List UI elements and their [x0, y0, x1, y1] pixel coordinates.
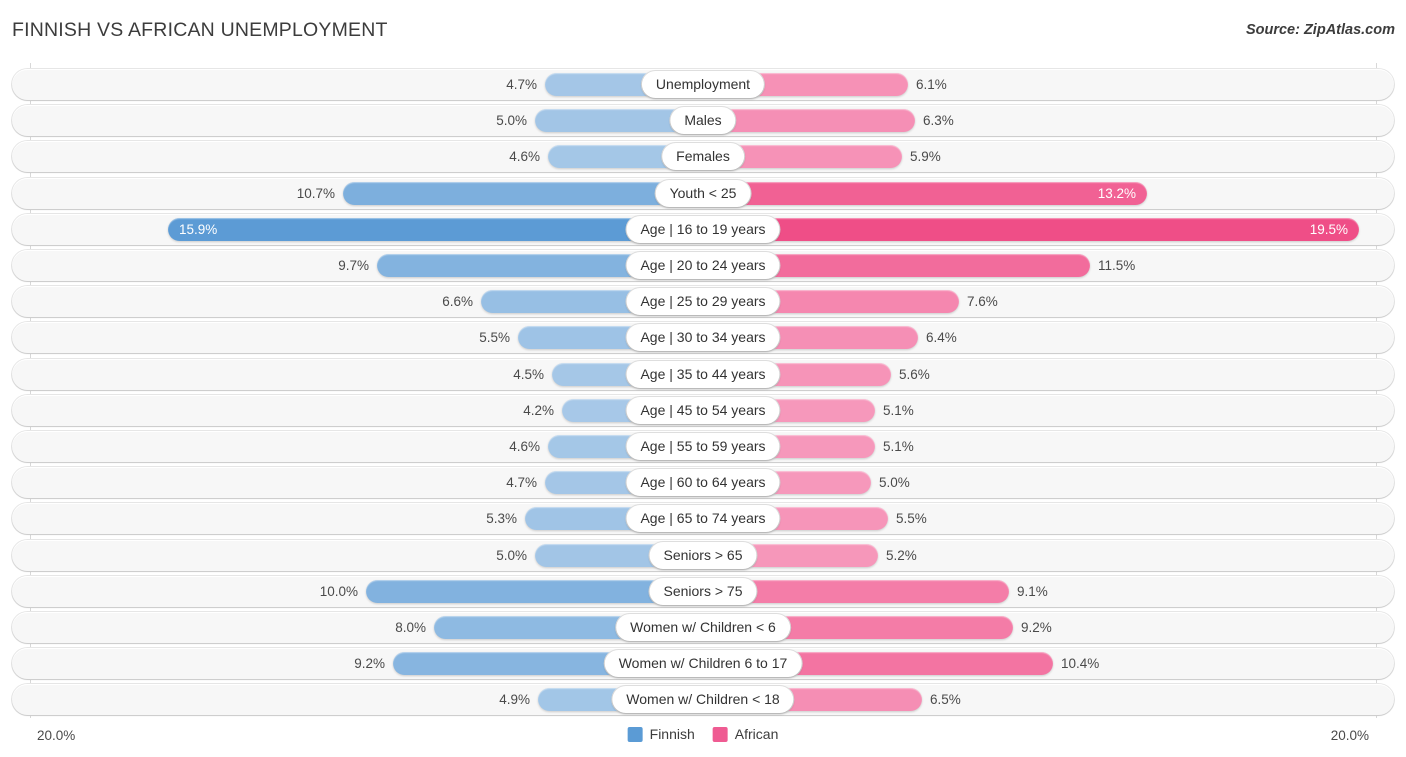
- legend-label-finnish: Finnish: [649, 726, 695, 742]
- value-label-african: 19.5%: [1309, 221, 1348, 237]
- value-label-african: 6.4%: [926, 330, 957, 346]
- value-label-finnish: 9.2%: [354, 656, 385, 672]
- table-row[interactable]: 10.0% 9.1% Seniors > 75: [12, 575, 1394, 607]
- value-label-finnish: 10.0%: [319, 583, 358, 599]
- chart-footer: 20.0% 20.0% Finnish African: [0, 717, 1406, 757]
- table-row[interactable]: 15.9% 19.5% Age | 16 to 19 years: [12, 213, 1394, 245]
- bar-finnish[interactable]: [343, 181, 703, 205]
- value-label-finnish: 5.3%: [486, 511, 517, 527]
- value-label-finnish: 9.7%: [338, 258, 369, 273]
- legend-item-african[interactable]: African: [712, 726, 779, 742]
- page-title: FINNISH VS AFRICAN UNEMPLOYMENT: [12, 19, 388, 41]
- bar-african[interactable]: [703, 217, 1359, 241]
- value-label-african: 5.5%: [896, 511, 927, 527]
- value-label-finnish: 6.6%: [442, 294, 473, 310]
- chart-plot-area: 4.7% 6.1% Unemployment 5.0% 6.3% Males 4.6% 5.9…: [0, 57, 1406, 718]
- category-label[interactable]: Age | 35 to 44 years: [626, 360, 780, 388]
- value-label-african: 9.1%: [1017, 583, 1048, 599]
- value-label-african: 5.1%: [883, 439, 914, 454]
- category-label[interactable]: Seniors > 75: [649, 577, 757, 605]
- category-label[interactable]: Seniors > 65: [649, 541, 757, 569]
- category-label[interactable]: Females: [662, 143, 744, 171]
- value-label-african: 7.6%: [967, 294, 998, 310]
- table-row[interactable]: 5.3% 5.5% Age | 65 to 74 years: [12, 503, 1394, 535]
- category-label[interactable]: Age | 20 to 24 years: [626, 252, 780, 279]
- category-label[interactable]: Age | 65 to 74 years: [626, 505, 780, 533]
- legend-swatch-african: [712, 726, 728, 742]
- chart-header: FINNISH VS AFRICAN UNEMPLOYMENT Source: …: [0, 0, 1406, 57]
- table-row[interactable]: 4.6% 5.9% Females: [12, 141, 1394, 173]
- value-label-finnish: 4.7%: [506, 475, 537, 491]
- value-label-african: 5.2%: [886, 547, 917, 563]
- value-label-african: 5.1%: [883, 402, 914, 418]
- value-label-finnish: 8.0%: [395, 620, 426, 635]
- category-label[interactable]: Age | 25 to 29 years: [626, 288, 780, 316]
- bar-finnish[interactable]: [168, 217, 703, 241]
- value-label-african: 13.2%: [1097, 185, 1136, 201]
- value-label-african: 10.4%: [1061, 656, 1100, 672]
- category-label[interactable]: Women w/ Children < 18: [612, 686, 794, 714]
- table-row[interactable]: 4.2% 5.1% Age | 45 to 54 years: [12, 394, 1394, 426]
- value-label-finnish: 4.6%: [509, 439, 540, 454]
- value-label-finnish: 5.0%: [496, 547, 527, 563]
- chart-page: FINNISH VS AFRICAN UNEMPLOYMENT Source: …: [0, 0, 1406, 757]
- category-label[interactable]: Age | 45 to 54 years: [626, 396, 780, 424]
- table-row[interactable]: 4.5% 5.6% Age | 35 to 44 years: [12, 358, 1394, 390]
- axis-tick-right: 20.0%: [1330, 728, 1369, 743]
- category-label[interactable]: Women w/ Children 6 to 17: [604, 650, 802, 678]
- table-row[interactable]: 5.0% 5.2% Seniors > 65: [12, 539, 1394, 571]
- value-label-african: 11.5%: [1098, 258, 1136, 273]
- table-row[interactable]: 9.2% 10.4% Women w/ Children 6 to 17: [12, 648, 1394, 680]
- legend-swatch-finnish: [627, 726, 643, 742]
- value-label-finnish: 5.5%: [479, 330, 510, 346]
- value-label-african: 6.3%: [923, 113, 954, 129]
- category-label[interactable]: Unemployment: [641, 71, 765, 98]
- value-label-finnish: 5.0%: [496, 113, 527, 129]
- table-row[interactable]: 4.7% 6.1% Unemployment: [12, 69, 1394, 100]
- axis-tick-left: 20.0%: [37, 728, 76, 743]
- category-label[interactable]: Age | 60 to 64 years: [626, 469, 780, 497]
- category-label[interactable]: Age | 30 to 34 years: [626, 324, 780, 352]
- value-label-finnish: 4.2%: [523, 402, 554, 418]
- value-label-finnish: 4.6%: [509, 149, 540, 165]
- value-label-finnish: 4.9%: [499, 692, 530, 708]
- table-row[interactable]: 4.9% 6.5% Women w/ Children < 18: [12, 684, 1394, 716]
- table-row[interactable]: 8.0% 9.2% Women w/ Children < 6: [12, 612, 1394, 643]
- value-label-finnish: 4.5%: [513, 366, 544, 382]
- value-label-finnish: 10.7%: [296, 185, 335, 201]
- table-row[interactable]: 4.7% 5.0% Age | 60 to 64 years: [12, 467, 1394, 499]
- value-label-african: 9.2%: [1021, 620, 1052, 635]
- chart-legend: Finnish African: [627, 726, 779, 742]
- table-row[interactable]: 10.7% 13.2% Youth < 25: [12, 177, 1394, 209]
- table-row[interactable]: 5.5% 6.4% Age | 30 to 34 years: [12, 322, 1394, 354]
- table-row[interactable]: 9.7% 11.5% Age | 20 to 24 years: [12, 250, 1394, 281]
- table-row[interactable]: 4.6% 5.1% Age | 55 to 59 years: [12, 431, 1394, 462]
- category-label[interactable]: Age | 55 to 59 years: [626, 433, 780, 460]
- category-label[interactable]: Age | 16 to 19 years: [626, 215, 780, 243]
- table-row[interactable]: 6.6% 7.6% Age | 25 to 29 years: [12, 286, 1394, 318]
- value-label-finnish: 4.7%: [506, 77, 537, 92]
- value-label-african: 6.1%: [916, 77, 947, 92]
- value-label-african: 5.0%: [879, 475, 910, 491]
- table-row[interactable]: 5.0% 6.3% Males: [12, 105, 1394, 137]
- category-label[interactable]: Youth < 25: [655, 179, 751, 207]
- category-label[interactable]: Women w/ Children < 6: [616, 614, 790, 641]
- legend-label-african: African: [734, 726, 779, 742]
- value-label-african: 5.9%: [910, 149, 941, 165]
- value-label-african: 5.6%: [899, 366, 930, 382]
- value-label-african: 6.5%: [930, 692, 961, 708]
- legend-item-finnish[interactable]: Finnish: [627, 726, 695, 742]
- source-attribution: Source: ZipAtlas.com: [1245, 22, 1395, 38]
- value-label-finnish: 15.9%: [179, 221, 218, 237]
- bar-african[interactable]: [703, 181, 1147, 205]
- category-label[interactable]: Males: [670, 107, 736, 135]
